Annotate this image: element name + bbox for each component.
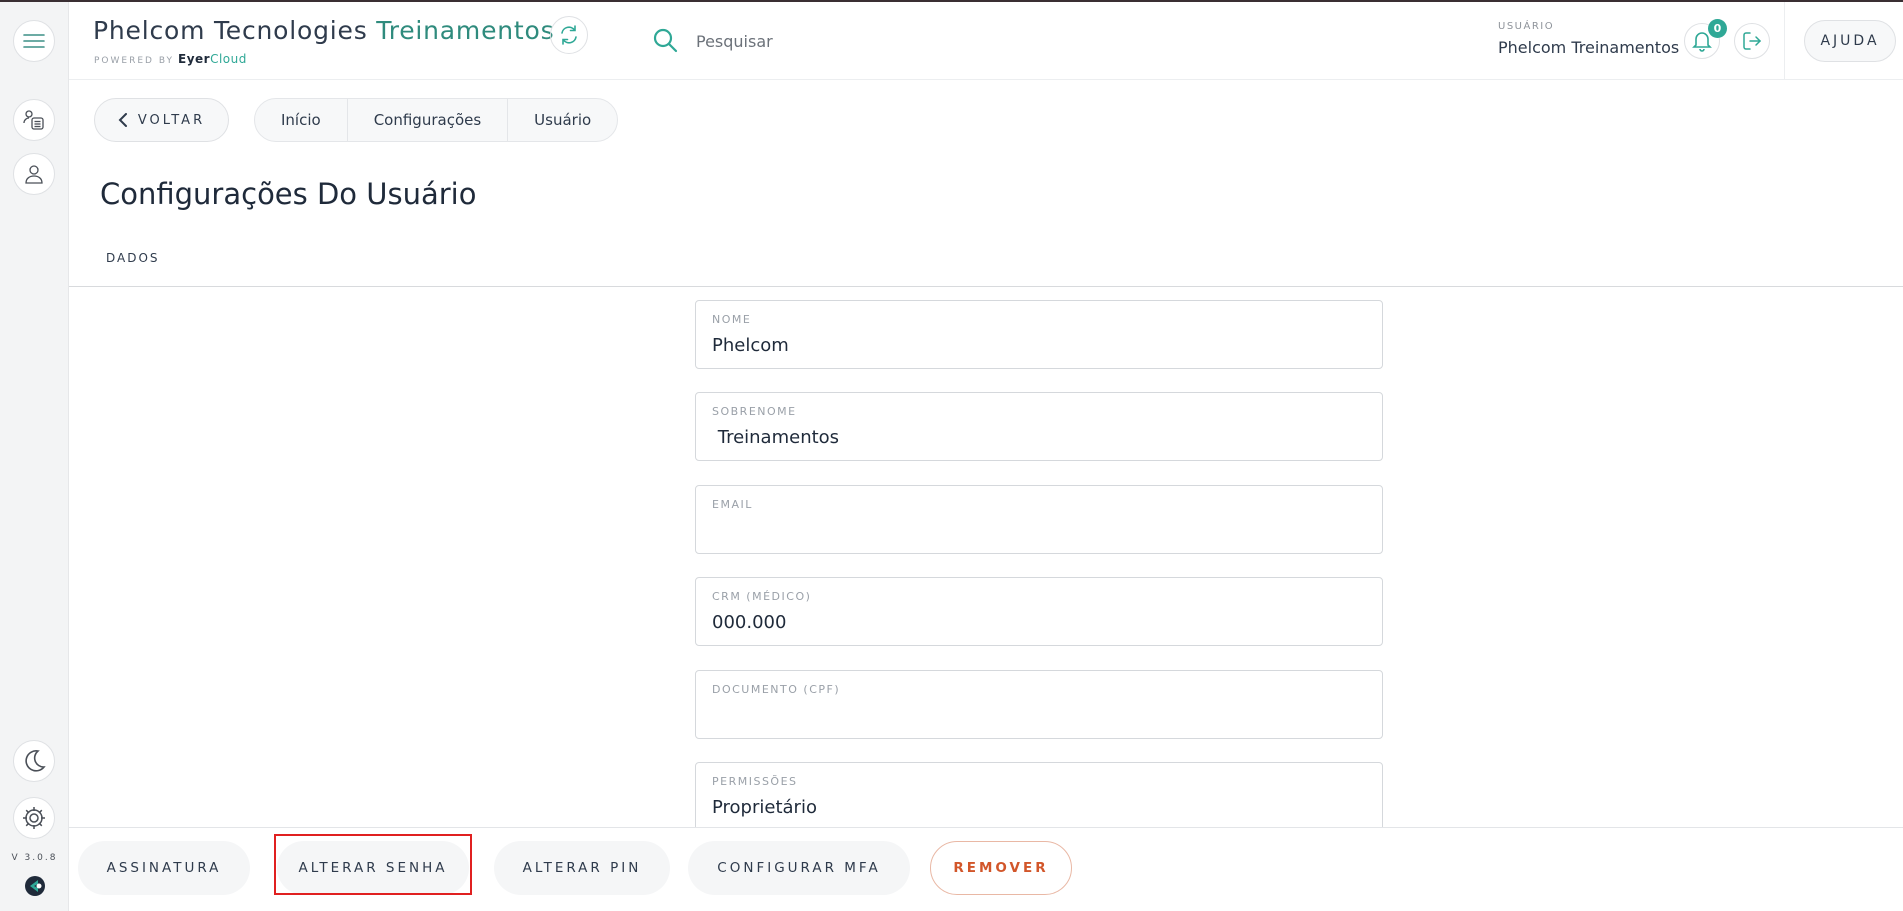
sidebar-item-patients[interactable] [13, 99, 55, 141]
configurar-mfa-button[interactable]: CONFIGURAR MFA [688, 841, 910, 895]
permissoes-input[interactable] [712, 794, 1362, 820]
sobrenome-input[interactable] [712, 424, 1362, 450]
eyercloud-logo-icon [25, 876, 45, 896]
sync-button[interactable] [550, 16, 588, 54]
email-label: EMAIL [712, 498, 753, 511]
back-button-label: VOLTAR [137, 112, 206, 128]
documento-field[interactable]: DOCUMENTO (CPF) [695, 670, 1383, 739]
dark-mode-toggle[interactable] [13, 740, 55, 782]
breadcrumb: Início Configurações Usuário [254, 98, 619, 142]
sidebar: V 3.0.8 [0, 2, 69, 911]
moon-icon [25, 750, 46, 772]
powered-brand-cloud: Cloud [210, 52, 247, 66]
settings-button[interactable] [13, 797, 55, 839]
header-divider [1784, 2, 1785, 80]
hamburger-menu-icon [23, 34, 45, 48]
powered-by-label: POWERED BY [94, 56, 175, 66]
powered-brand-eyer: Eyer [178, 52, 211, 66]
chevron-left-icon [118, 113, 127, 127]
email-input[interactable] [712, 517, 1362, 543]
gear-icon [23, 807, 45, 829]
search-icon[interactable] [652, 27, 678, 53]
app-title: Phelcom Tecnologies Treinamentos [93, 16, 554, 45]
tab-divider [69, 286, 1903, 287]
app-version: V 3.0.8 [11, 853, 58, 863]
notification-count-badge: 0 [1708, 19, 1727, 38]
top-header: Phelcom Tecnologies Treinamentos POWERED… [69, 2, 1903, 80]
sync-icon [561, 25, 577, 45]
search-input[interactable] [696, 28, 996, 54]
breadcrumb-configuracoes[interactable]: Configurações [348, 99, 509, 141]
permissoes-label: PERMISSÕES [712, 775, 798, 788]
menu-button[interactable] [13, 20, 55, 62]
alterar-pin-button[interactable]: ALTERAR PIN [494, 841, 670, 895]
logout-button[interactable] [1734, 23, 1770, 59]
alterar-senha-button[interactable]: ALTERAR SENHA [277, 841, 469, 895]
logout-icon [1743, 32, 1762, 50]
assinatura-button[interactable]: ASSINATURA [78, 841, 250, 895]
sidebar-item-user[interactable] [13, 153, 55, 195]
action-bar: ASSINATURA ALTERAR SENHA ALTERAR PIN CON… [69, 827, 1903, 911]
crm-input[interactable] [712, 609, 1362, 635]
app-title-account: Treinamentos [376, 16, 555, 45]
app-title-company: Phelcom Tecnologies [93, 16, 368, 45]
help-button[interactable]: AJUDA [1804, 20, 1896, 62]
back-button[interactable]: VOLTAR [94, 98, 229, 142]
nome-input[interactable] [712, 332, 1362, 358]
sobrenome-label: SOBRENOME [712, 405, 797, 418]
breadcrumb-inicio[interactable]: Início [255, 99, 348, 141]
user-label: USUÁRIO [1498, 21, 1555, 32]
powered-by: POWERED BY EyerCloud [94, 52, 247, 66]
nome-field[interactable]: NOME [695, 300, 1383, 369]
documento-input[interactable] [712, 702, 1362, 728]
sobrenome-field[interactable]: SOBRENOME [695, 392, 1383, 461]
user-name: Phelcom Treinamentos [1498, 38, 1680, 57]
email-field[interactable]: EMAIL [695, 485, 1383, 554]
crm-label: CRM (MÉDICO) [712, 590, 812, 603]
documento-label: DOCUMENTO (CPF) [712, 683, 841, 696]
nome-label: NOME [712, 313, 752, 326]
user-list-icon [23, 110, 44, 130]
user-icon [25, 165, 43, 184]
tab-dados[interactable]: DADOS [106, 251, 160, 265]
remover-button[interactable]: REMOVER [930, 841, 1072, 895]
page-title: Configurações Do Usuário [100, 177, 477, 211]
crm-field[interactable]: CRM (MÉDICO) [695, 577, 1383, 646]
breadcrumb-usuario[interactable]: Usuário [508, 99, 617, 141]
permissoes-field[interactable]: PERMISSÕES [695, 762, 1383, 831]
